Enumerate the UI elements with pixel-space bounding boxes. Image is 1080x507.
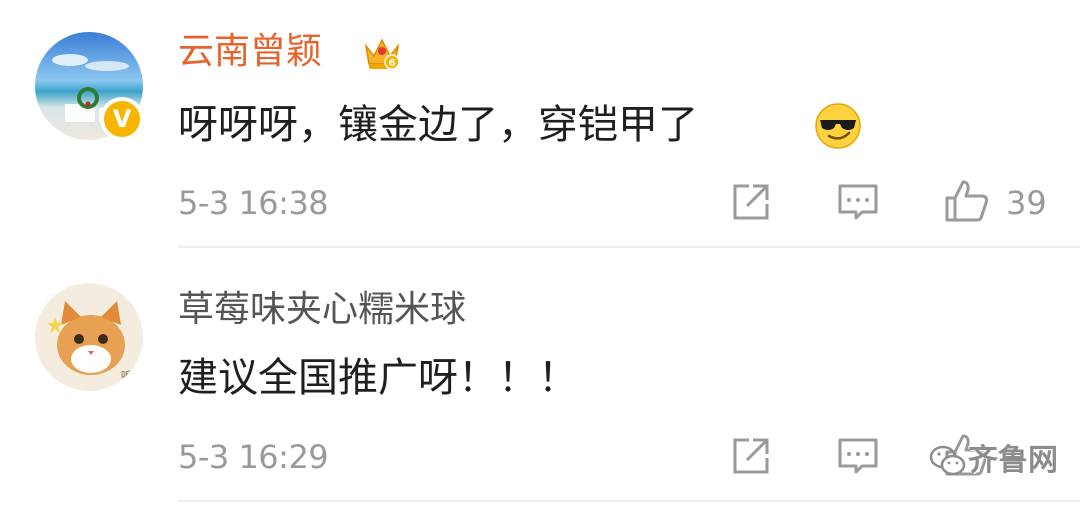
verified-badge: V: [100, 97, 144, 141]
comment-text: 建议全国推广呀！！！: [178, 355, 578, 401]
watermark: 齐鲁网: [928, 437, 1058, 485]
divider: [178, 246, 1080, 248]
divider: [178, 500, 1080, 502]
reply-icon[interactable]: [836, 180, 880, 224]
username[interactable]: 草莓味夹心糯米球: [178, 288, 466, 332]
watermark-text: 齐鲁网: [968, 443, 1058, 478]
wechat-icon: [929, 445, 966, 476]
comment-text: 呀呀呀，镶金边了，穿铠甲了: [178, 102, 698, 148]
timestamp: 5-3 16:29: [178, 438, 329, 476]
share-icon[interactable]: [729, 180, 773, 224]
sunglasses-emoji-icon: [814, 102, 862, 150]
crown-icon[interactable]: 6: [362, 34, 402, 72]
share-icon[interactable]: [729, 434, 773, 478]
timestamp: 5-3 16:38: [178, 184, 329, 222]
like-count: 39: [1006, 184, 1047, 222]
svg-text:6: 6: [389, 58, 396, 69]
svg-text:听歌: 听歌: [121, 369, 141, 382]
reply-icon[interactable]: [836, 434, 880, 478]
comment-item: V 云南曾颖 6 呀呀呀，镶金边了，穿铠甲了 5-3 16:38 39: [0, 0, 1080, 250]
comment-item: 听歌 草莓味夹心糯米球 建议全国推广呀！！！ 5-3 16:29: [0, 250, 1080, 507]
username[interactable]: 云南曾颖: [178, 30, 322, 74]
like-icon[interactable]: [943, 178, 989, 222]
avatar[interactable]: 听歌: [35, 283, 143, 391]
